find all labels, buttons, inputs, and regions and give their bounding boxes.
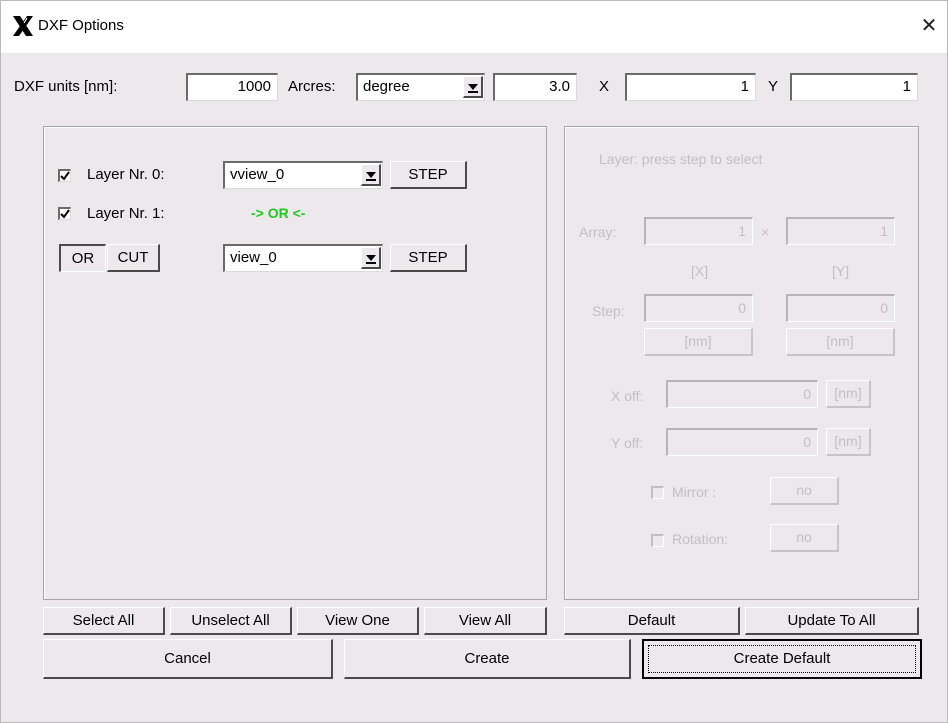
y-offset-input[interactable]: 0: [666, 428, 818, 456]
y-unit-label: [Y]: [832, 263, 850, 279]
dxf-units-label: DXF units [nm]:: [14, 78, 118, 95]
layer-1-view-select[interactable]: view_0: [223, 244, 383, 272]
step-x-unit-button[interactable]: [nm]: [644, 328, 753, 356]
close-icon[interactable]: ✕: [915, 12, 943, 40]
y-value-input[interactable]: 1: [790, 73, 918, 101]
rotation-label: Rotation:: [672, 531, 729, 547]
array-x-input[interactable]: 1: [644, 217, 753, 245]
layer-hint: Layer: press step to select: [599, 151, 763, 167]
x-offset-label: X off:: [611, 388, 644, 404]
or-button[interactable]: OR: [59, 244, 106, 272]
rotation-toggle[interactable]: no: [770, 524, 839, 552]
layer-0-step-button[interactable]: STEP: [390, 161, 467, 189]
create-default-label: Create Default: [733, 650, 831, 667]
mirror-checkbox[interactable]: [651, 486, 664, 499]
step-y-input[interactable]: 0: [786, 294, 895, 322]
y-offset-label: Y off:: [611, 435, 644, 451]
layer-settings-panel: [564, 126, 919, 600]
select-all-button[interactable]: Select All: [43, 607, 165, 635]
layer-list-panel: [43, 126, 547, 600]
create-button[interactable]: Create: [344, 639, 631, 679]
x-app-icon: [13, 16, 33, 36]
check-icon: [60, 171, 70, 181]
dialog-body: DXF units [nm]: 1000 Arcres: degree 3.0 …: [1, 53, 947, 722]
create-default-button[interactable]: Create Default: [642, 639, 922, 679]
layer-1-checkbox[interactable]: [58, 207, 71, 220]
default-button[interactable]: Default: [564, 607, 740, 635]
array-y-input[interactable]: 1: [786, 217, 895, 245]
view-one-button[interactable]: View One: [297, 607, 419, 635]
x-unit-label: [X]: [691, 263, 709, 279]
layer-1-step-button[interactable]: STEP: [390, 244, 467, 272]
unselect-all-button[interactable]: Unselect All: [170, 607, 292, 635]
layer-1-label: Layer Nr. 1:: [87, 205, 165, 222]
dxf-units-input[interactable]: 1000: [186, 73, 278, 101]
arcres-mode-select[interactable]: degree: [356, 73, 485, 101]
cancel-button[interactable]: Cancel: [43, 639, 333, 679]
operation-indicator: -> OR <-: [251, 205, 306, 221]
layer-0-view-select[interactable]: vview_0: [223, 161, 383, 189]
x-value-input[interactable]: 1: [625, 73, 756, 101]
window-title: DXF Options: [38, 17, 124, 34]
chevron-down-icon[interactable]: [361, 164, 381, 186]
x-offset-unit-button[interactable]: [nm]: [826, 380, 871, 408]
chevron-down-icon[interactable]: [463, 76, 483, 98]
x-offset-input[interactable]: 0: [666, 380, 818, 408]
update-to-all-button[interactable]: Update To All: [745, 607, 919, 635]
mirror-toggle[interactable]: no: [770, 477, 839, 505]
mirror-label: Mirror :: [672, 484, 717, 500]
step-label: Step:: [592, 303, 625, 319]
arcres-mode-value: degree: [363, 78, 410, 95]
arcres-value-input[interactable]: 3.0: [493, 73, 577, 101]
layer-0-checkbox[interactable]: [58, 169, 71, 182]
step-x-input[interactable]: 0: [644, 294, 753, 322]
rotation-checkbox[interactable]: [651, 534, 664, 547]
cut-button[interactable]: CUT: [107, 244, 160, 272]
chevron-down-icon[interactable]: [361, 247, 381, 269]
dxf-options-window: DXF Options ✕ DXF units [nm]: 1000 Arcre…: [0, 0, 948, 723]
view-all-button[interactable]: View All: [424, 607, 547, 635]
layer-1-view-value: view_0: [230, 249, 277, 266]
arcres-label: Arcres:: [288, 78, 336, 95]
layer-0-view-value: vview_0: [230, 166, 285, 183]
x-label: X: [599, 78, 610, 95]
check-icon: [60, 209, 70, 219]
title-bar: DXF Options ✕: [1, 1, 947, 53]
layer-0-label: Layer Nr. 0:: [87, 166, 165, 183]
y-offset-unit-button[interactable]: [nm]: [826, 428, 871, 456]
y-label: Y: [768, 78, 779, 95]
step-y-unit-button[interactable]: [nm]: [786, 328, 895, 356]
times-sign: ×: [761, 224, 770, 240]
array-label: Array:: [579, 224, 617, 240]
